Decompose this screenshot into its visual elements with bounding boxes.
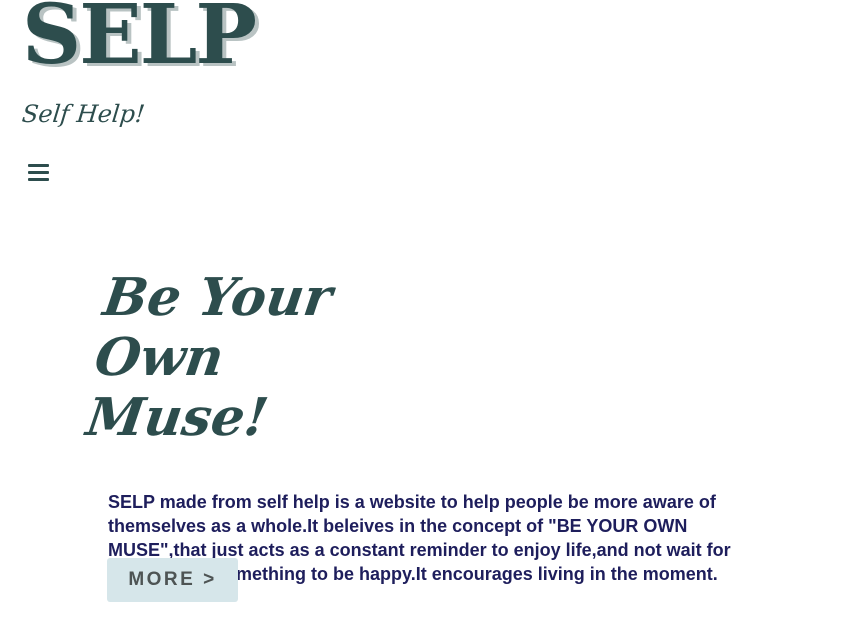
menu-bar-middle <box>28 171 49 174</box>
hero-headline: Be Your Own Muse! <box>82 267 408 448</box>
more-button[interactable]: MORE > <box>107 558 238 602</box>
hamburger-menu-icon[interactable] <box>26 159 52 187</box>
headline-line-1: Be Your <box>99 267 336 328</box>
menu-bar-top <box>28 164 49 167</box>
hero-section: Be Your Own Muse! SELP made from self he… <box>83 267 758 586</box>
headline-line-2: Own Muse! <box>82 327 272 448</box>
site-logo[interactable]: SELP <box>22 0 257 76</box>
intro-brand: SELP <box>108 492 155 512</box>
menu-bar-bottom <box>28 178 49 181</box>
site-tagline: Self Help! <box>20 100 147 128</box>
